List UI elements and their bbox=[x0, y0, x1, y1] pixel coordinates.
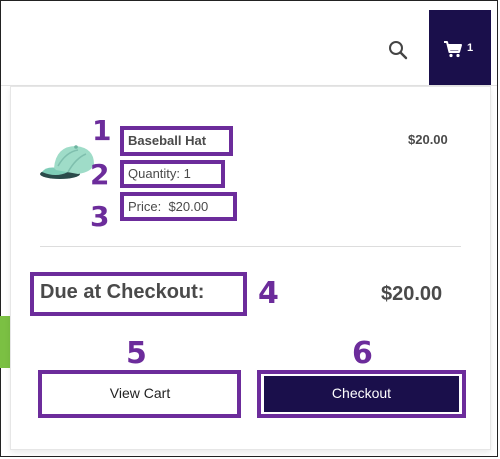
checkout-button[interactable]: Checkout bbox=[264, 376, 459, 412]
item-quantity: Quantity: 1 bbox=[128, 166, 191, 181]
divider bbox=[40, 246, 461, 247]
item-line-total: $20.00 bbox=[408, 132, 448, 147]
callout-number-1: 1 bbox=[92, 114, 112, 147]
item-name: Baseball Hat bbox=[128, 133, 207, 148]
due-at-checkout-amount: $20.00 bbox=[381, 283, 443, 305]
baseball-hat-image bbox=[38, 136, 98, 184]
cart-count-badge: 1 bbox=[467, 42, 474, 54]
due-at-checkout-label: Due at Checkout: bbox=[40, 281, 205, 303]
callout-number-4: 4 bbox=[258, 276, 279, 311]
callout-number-5: 5 bbox=[126, 336, 147, 371]
callout-number-6: 6 bbox=[352, 336, 373, 371]
shopping-cart-icon bbox=[444, 41, 462, 58]
background-accent bbox=[0, 316, 10, 368]
item-price: Price: $20.00 bbox=[128, 199, 209, 214]
cart-button[interactable]: 1 bbox=[429, 10, 491, 85]
search-icon[interactable] bbox=[387, 39, 409, 61]
callout-number-3: 3 bbox=[90, 200, 110, 233]
view-cart-button[interactable]: View Cart bbox=[45, 376, 235, 412]
callout-number-2: 2 bbox=[90, 158, 110, 191]
site-header bbox=[1, 1, 497, 86]
